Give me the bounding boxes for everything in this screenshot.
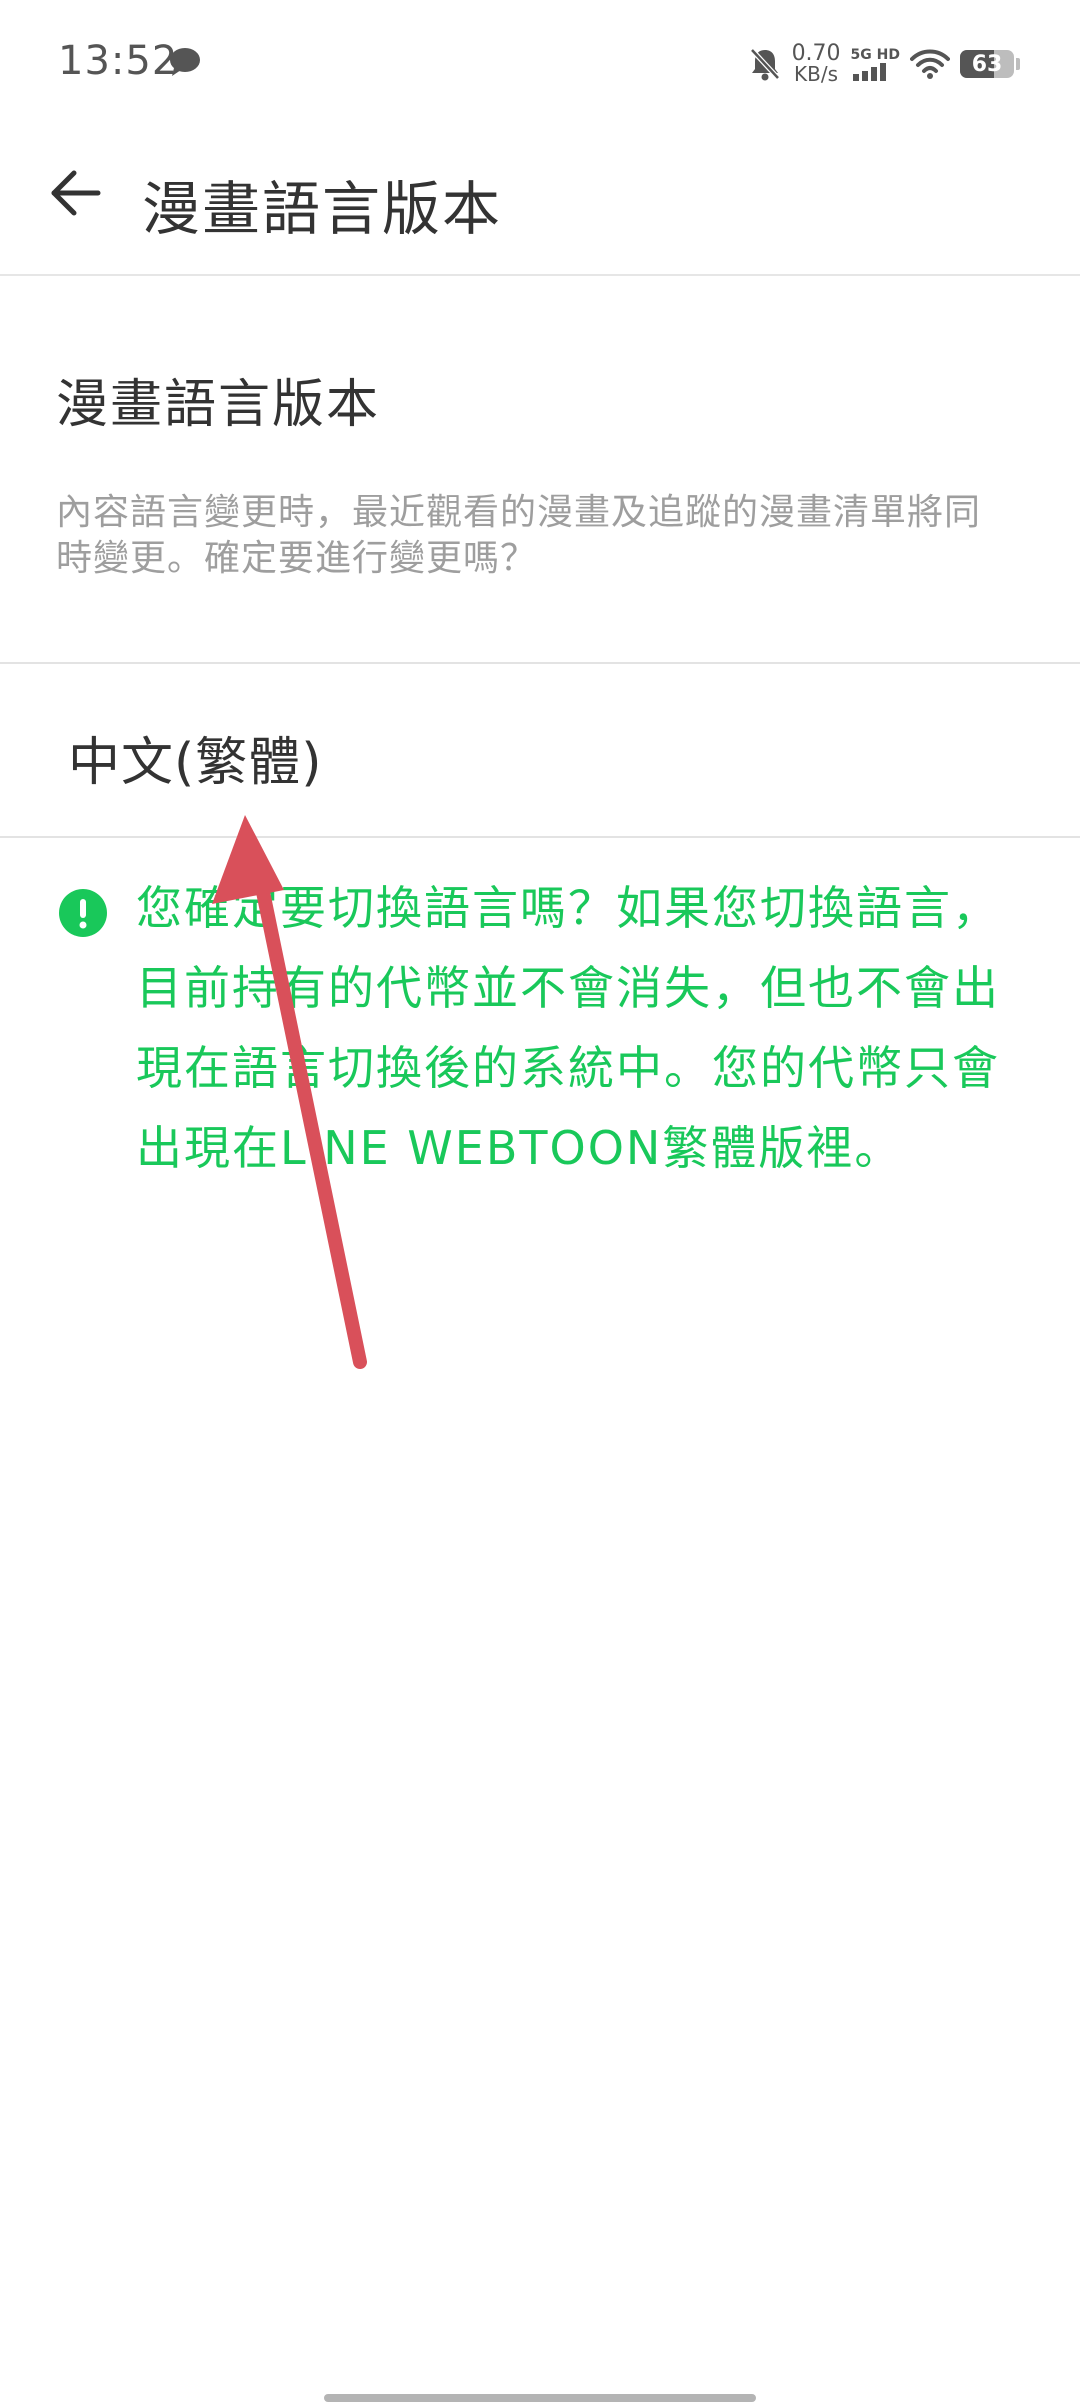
network-speed-value: 0.70 [791,41,841,66]
bell-muted-icon [749,48,780,81]
app-bar: 漫畫語言版本 [0,128,1080,276]
page-title: 漫畫語言版本 [142,175,503,243]
battery-icon: 63 [960,50,1014,78]
network-type-label: 5G HD [850,47,900,63]
signal-icon [852,63,886,81]
section-title: 漫畫語言版本 [56,375,381,435]
network-type: 5G HD [851,47,900,81]
back-button[interactable] [44,160,110,226]
exclamation-circle-icon [59,889,107,937]
network-speed: 0.70 KB/s [791,41,841,86]
status-bar: 13:52 0.70 KB/s 5G HD 63 [0,0,1080,128]
wifi-icon [910,49,950,79]
arrow-left-icon [51,170,101,216]
battery-tip [1016,58,1020,70]
battery-level: 63 [971,51,1003,77]
divider [0,836,1080,838]
status-icons: 0.70 KB/s 5G HD 63 [748,36,1020,92]
network-speed-unit: KB/s [794,62,839,86]
status-time: 13:52 [58,38,179,84]
chat-bubble-icon [170,48,200,76]
language-switch-notice: 您確定要切換語言嗎？如果您切換語言，目前持有的代幣並不會消失，但也不會出現在語言… [136,881,1000,1175]
language-option-traditional-chinese[interactable]: 中文(繁體) [0,664,1080,836]
home-indicator[interactable] [324,2394,756,2402]
section-description: 內容語言變更時，最近觀看的漫畫及追蹤的漫畫清單將同時變更。確定要進行變更嗎？ [56,492,982,579]
language-option-label: 中文(繁體) [68,733,323,793]
